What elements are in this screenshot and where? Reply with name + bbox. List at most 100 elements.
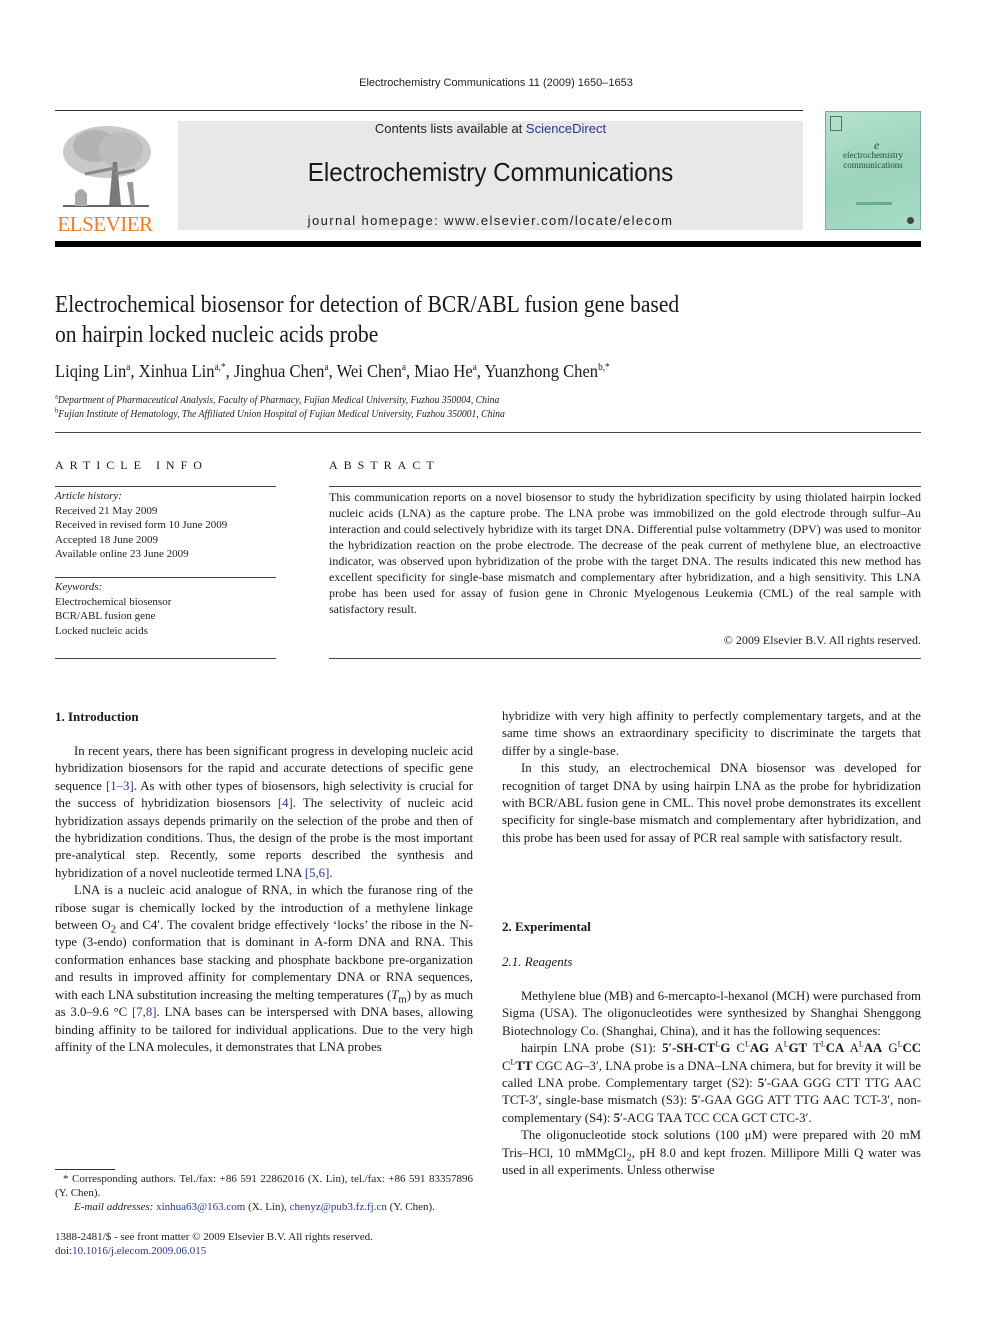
paragraph: Methylene blue (MB) and 6-mercapto-l-hex… <box>502 989 921 1038</box>
citation-link[interactable]: [7,8] <box>132 1005 157 1019</box>
abstract-rule <box>329 658 921 659</box>
doi-line: doi:10.1016/j.elecom.2009.06.015 <box>55 1244 473 1258</box>
email-link[interactable]: xinhua63@163.com <box>156 1201 245 1213</box>
text-run: (Y. Chen). <box>386 1201 435 1213</box>
footnotes: * Corresponding authors. Tel./fax: +86 5… <box>55 1172 473 1214</box>
email-label: E-mail addresses: <box>74 1201 157 1213</box>
citation-link[interactable]: [4] <box>278 796 293 810</box>
author-name: Jinghua Chen <box>233 361 325 381</box>
article-history: Article history: Received 21 May 2009 Re… <box>55 489 276 562</box>
affiliation-text: Department of Pharmaceutical Analysis, F… <box>57 395 500 406</box>
issn-line: 1388-2481/$ - see front matter © 2009 El… <box>55 1231 373 1243</box>
author-separator: , <box>476 361 485 381</box>
cover-decoration <box>856 202 892 205</box>
article-title-line2: on hairpin locked nucleic acids probe <box>55 322 379 348</box>
cover-title-line2: communications <box>843 160 903 170</box>
history-item: Received 21 May 2009 <box>55 504 158 517</box>
doi-label: doi: <box>55 1245 73 1257</box>
text-run: . <box>329 865 333 880</box>
journal-homepage[interactable]: journal homepage: www.elsevier.com/locat… <box>178 213 803 228</box>
sequence-segment: C <box>730 1041 745 1056</box>
running-head: Electrochemistry Communications 11 (2009… <box>359 77 633 89</box>
author-list: Liqing Lina, Xinhua Lina,*, Jinghua Chen… <box>55 361 883 382</box>
cover-barcode-icon <box>830 116 842 131</box>
sequence-paragraph: hairpin LNA probe (S1): 5′-SH-CTLG CLAG … <box>502 1040 921 1127</box>
elsevier-wordmark: ELSEVIER <box>57 212 153 236</box>
header-rule <box>55 110 803 111</box>
sequence-segment: T <box>807 1041 821 1056</box>
footnote-rule <box>55 1169 115 1170</box>
sequence-segment: A <box>844 1041 859 1056</box>
paragraph: In this study, an electrochemical DNA bi… <box>502 761 921 845</box>
history-item: Accepted 18 June 2009 <box>55 533 158 546</box>
paragraph: LNA is a nucleic acid analogue of RNA, i… <box>55 882 473 1056</box>
history-item: Received in revised form 10 June 2009 <box>55 519 228 532</box>
sequence-segment: C <box>502 1058 511 1073</box>
elsevier-tree-logo-icon <box>55 122 155 210</box>
sequence-segment: CC <box>902 1041 921 1056</box>
paragraph: hybridize with very high affinity to per… <box>502 709 921 758</box>
text-run: (X. Lin), <box>245 1201 290 1213</box>
introduction-body: In recent years, there has been signific… <box>55 743 473 1056</box>
keyword-item: Electrochemical biosensor <box>55 595 172 608</box>
keywords-label: Keywords: <box>55 581 103 593</box>
sequence-segment: G <box>720 1041 731 1056</box>
abstract-text: This communication reports on a novel bi… <box>329 490 921 616</box>
author-name: Yuanzhong Chen <box>484 361 599 381</box>
contents-prefix: Contents lists available at <box>374 121 526 136</box>
sequence-segment: 5′-SH-CT <box>662 1041 716 1056</box>
affiliation-b: bFujian Institute of Hematology, The Aff… <box>55 407 883 422</box>
section-heading-introduction: 1. Introduction <box>55 709 139 724</box>
sequence-segment: TT <box>515 1058 533 1073</box>
sequence-segment: A <box>769 1041 784 1056</box>
sciencedirect-link[interactable]: ScienceDirect <box>526 121 606 136</box>
article-info-heading: ARTICLE INFO <box>55 458 208 472</box>
subsection-heading-reagents: 2.1. Reagents <box>502 954 573 969</box>
author-name: Xinhua Lin <box>138 361 215 381</box>
keywords: Keywords: Electrochemical biosensor BCR/… <box>55 580 276 638</box>
section-heading-experimental: 2. Experimental <box>502 919 591 934</box>
author-separator: , <box>328 361 337 381</box>
sequence-segment: CA <box>825 1041 845 1056</box>
affiliation-a: aDepartment of Pharmaceutical Analysis, … <box>55 393 883 408</box>
paragraph: In recent years, there has been signific… <box>55 743 473 882</box>
affiliation-text: Fujian Institute of Hematology, The Affi… <box>58 409 505 420</box>
sequence-segment: CGC AG–3′ <box>532 1058 599 1073</box>
abstract-heading: ABSTRACT <box>329 458 440 472</box>
subscript: m <box>398 994 407 1006</box>
contents-line: Contents lists available at ScienceDirec… <box>178 121 803 136</box>
author-separator: , <box>406 361 415 381</box>
author-affil-mark[interactable]: b,* <box>598 362 610 373</box>
keyword-item: BCR/ABL fusion gene <box>55 610 156 623</box>
journal-cover-image: e electrochemistry communications <box>825 111 921 230</box>
cover-title-line1: electrochemistry <box>843 150 903 160</box>
sequence-segment: GT <box>788 1041 808 1056</box>
cover-publisher-mark-icon <box>907 217 914 224</box>
sequence-segment: AA <box>863 1041 883 1056</box>
email-link[interactable]: chenyz@pub3.fz.fj.cn <box>290 1201 387 1213</box>
article-title-line1: Electrochemical biosensor for detection … <box>55 292 680 318</box>
citation-link[interactable]: [5,6] <box>305 866 330 880</box>
abstract-copyright: © 2009 Elsevier B.V. All rights reserved… <box>723 633 921 647</box>
sequence-segment: AG <box>749 1041 770 1056</box>
introduction-continued: hybridize with very high affinity to per… <box>502 708 921 847</box>
article-title: Electrochemical biosensor for detection … <box>55 290 775 350</box>
citation-link[interactable]: [1–3] <box>106 779 134 793</box>
history-item: Available online 23 June 2009 <box>55 548 189 561</box>
corresponding-author-note: * Corresponding authors. Tel./fax: +86 5… <box>55 1173 473 1199</box>
author-name: Wei Chen <box>336 361 402 381</box>
sequence-segment: G <box>882 1041 898 1056</box>
paragraph: The oligonucleotide stock solutions (100… <box>502 1127 921 1179</box>
keyword-item: Locked nucleic acids <box>55 624 148 637</box>
reagents-body: Methylene blue (MB) and 6-mercapto-l-hex… <box>502 988 921 1179</box>
history-label: Article history: <box>55 490 122 502</box>
doi-link[interactable]: 10.1016/j.elecom.2009.06.015 <box>72 1245 206 1257</box>
author-name: Liqing Lin <box>55 361 127 381</box>
title-block-rule <box>55 432 921 433</box>
author-separator: , <box>130 361 139 381</box>
author-affil-mark[interactable]: a,* <box>215 362 226 373</box>
author-name: Miao He <box>414 361 473 381</box>
email-note: E-mail addresses: xinhua63@163.com (X. L… <box>55 1200 473 1214</box>
article-info-rule <box>55 577 276 578</box>
sequence-s4: ′-ACG TAA TCC CCA GCT CTC-3′. <box>620 1110 812 1125</box>
